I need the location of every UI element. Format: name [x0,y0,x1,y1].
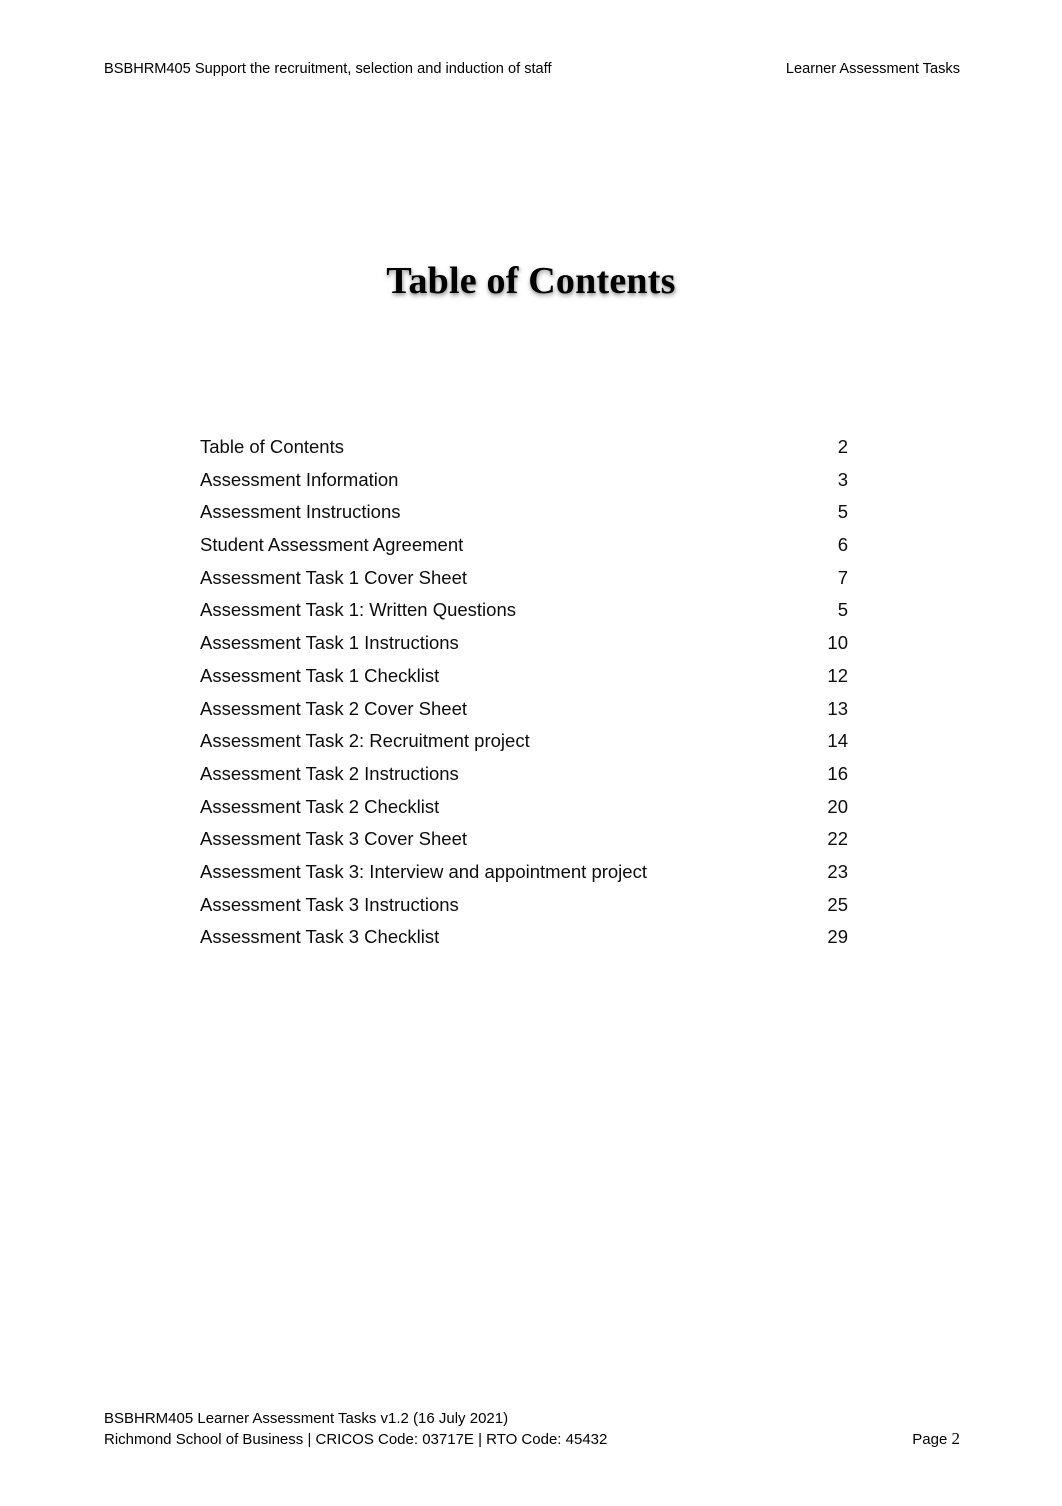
toc-entry-label: Assessment Instructions [200,501,401,523]
toc-entry-label: Student Assessment Agreement [200,534,464,556]
toc-entry-label: Assessment Task 1: Written Questions [200,599,516,621]
toc-entry-label: Assessment Task 2 Instructions [200,762,459,784]
footer-page-label: Page [912,1431,948,1448]
document-footer: BSBHRM405 Learner Assessment Tasks v1.2 … [104,1409,960,1450]
toc-entry-label: Assessment Task 2 Checklist [200,795,440,817]
toc-entry-page-number: 12 [827,664,848,686]
toc-entry-page-number: 5 [837,599,848,621]
toc-entry-label: Assessment Information [200,468,399,490]
page-title: Table of Contents [386,260,676,302]
header-right-text: Learner Assessment Tasks [785,61,960,77]
toc-entry-label: Table of Contents [200,436,344,457]
toc-entry[interactable]: Student Assessment Agreement 6 [200,531,848,564]
document-page: BSBHRM405 Support the recruitment, selec… [0,0,1062,1506]
toc-entry-page-number: 29 [827,926,848,948]
toc-entry-page-number: 20 [827,795,848,817]
toc-entry-label: Assessment Task 3 Instructions [200,893,459,915]
toc-entry-page-number: 16 [827,762,848,784]
toc-entry[interactable]: Assessment Information 3 [200,466,848,499]
toc-entry[interactable]: Assessment Task 1 Checklist 12 [200,662,848,695]
toc-entry-label: Assessment Task 1 Instructions [200,632,459,654]
toc-entry-page-number: 10 [827,632,848,654]
toc-entry-label: Assessment Task 1 Checklist [200,664,440,686]
toc-entry-page-number: 6 [837,534,848,556]
footer-line-2: Richmond School of Business | CRICOS Cod… [104,1431,608,1448]
toc-entry-label: Assessment Task 3 Cover Sheet [200,828,468,850]
toc-entry[interactable]: Assessment Task 3: Interview and appoint… [200,858,848,891]
toc-entry[interactable]: Assessment Task 1 Cover Sheet 7 [200,564,848,597]
toc-entry-page-number: 23 [827,860,848,882]
toc-entry[interactable]: Assessment Instructions 5 [200,498,848,531]
toc-entry[interactable]: Assessment Task 3 Instructions 25 [200,891,848,924]
toc-entry-page-number: 25 [827,893,848,915]
toc-entry-label: Assessment Task 1 Cover Sheet [200,566,468,588]
toc-entry[interactable]: Assessment Task 2 Checklist 20 [200,793,848,826]
toc-entry-page-number: 13 [827,697,848,719]
footer-page-value: 2 [951,1429,961,1448]
toc-entry[interactable]: Assessment Task 2 Instructions 16 [200,760,848,793]
header-left-text: BSBHRM405 Support the recruitment, selec… [104,61,552,77]
toc-entry-label: Assessment Task 3 Checklist [200,926,440,948]
toc-entry[interactable]: Assessment Task 3 Checklist 29 [200,923,848,956]
toc-entry-page-number: 7 [837,566,848,588]
toc-entry-page-number: 14 [827,730,848,752]
toc-entry[interactable]: Assessment Task 3 Cover Sheet 22 [200,825,848,858]
toc-entry-page-number: 5 [837,501,848,523]
toc-entry-page-number: 3 [837,468,848,490]
footer-page-number: Page 2 [912,1429,960,1450]
toc-entry-page-number: 2 [837,436,848,457]
table-of-contents: Table of Contents 2 Assessment Information… [200,433,848,956]
toc-entry[interactable]: Assessment Task 1 Instructions 10 [200,629,848,662]
toc-entry[interactable]: Table of Contents 2 [200,433,848,466]
document-header: BSBHRM405 Support the recruitment, selec… [104,60,960,82]
toc-entry[interactable]: Assessment Task 1: Written Questions 5 [200,596,848,629]
toc-entry-label: Assessment Task 3: Interview and appoint… [200,860,647,882]
toc-entry-label: Assessment Task 2 Cover Sheet [200,697,468,719]
toc-entry-page-number: 22 [827,828,848,850]
page-title-container: Table of Contents [0,258,1062,304]
footer-bottom-row: Richmond School of Business | CRICOS Cod… [104,1429,960,1450]
toc-entry[interactable]: Assessment Task 2 Cover Sheet 13 [200,695,848,728]
toc-entry[interactable]: Assessment Task 2: Recruitment project 14 [200,727,848,760]
toc-entry-label: Assessment Task 2: Recruitment project [200,730,530,752]
footer-line-1: BSBHRM405 Learner Assessment Tasks v1.2 … [104,1410,509,1427]
